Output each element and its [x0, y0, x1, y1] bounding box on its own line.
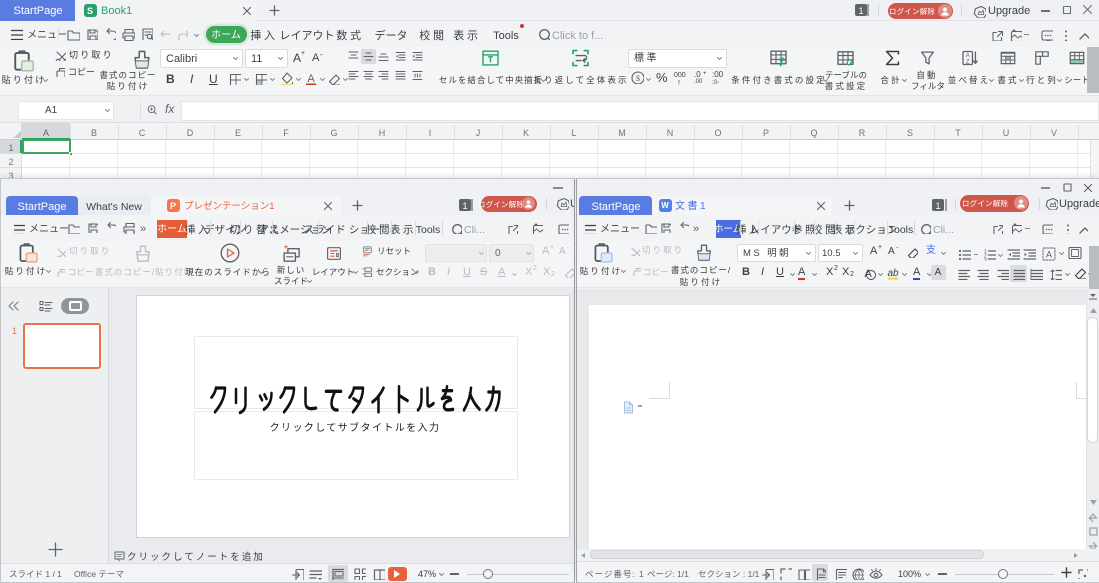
- svg-text:3: 3: [984, 258, 987, 261]
- svg-text:ab: ab: [887, 268, 899, 279]
- svg-text:A: A: [307, 73, 315, 85]
- svg-text:Z: Z: [966, 59, 970, 65]
- svg-text:A: A: [1046, 250, 1052, 260]
- svg-text:$: $: [636, 74, 640, 83]
- svg-text:A: A: [966, 53, 970, 59]
